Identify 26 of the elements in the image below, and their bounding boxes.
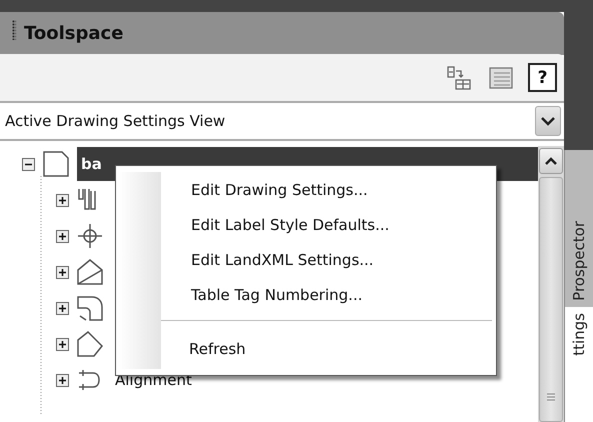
expand-icon[interactable] (56, 194, 69, 206)
expand-icon[interactable] (56, 230, 69, 242)
side-tab[interactable]: Prospector (564, 150, 593, 307)
help-button[interactable]: ? (528, 63, 557, 92)
menu-item[interactable]: Edit Drawing Settings... (161, 172, 496, 207)
view-dropdown[interactable]: Active Drawing Settings View (0, 101, 564, 141)
scroll-thumb[interactable] (539, 177, 563, 422)
menu-item[interactable]: Edit Label Style Defaults... (161, 207, 496, 242)
side-tab[interactable]: ttings (564, 307, 593, 422)
grip-icon[interactable] (12, 20, 16, 40)
house-icon (75, 258, 105, 286)
scrollbar[interactable] (538, 146, 564, 422)
expand-icon[interactable] (56, 374, 69, 386)
menu-item[interactable]: Edit LandXML Settings... (161, 242, 496, 277)
scroll-up-icon[interactable] (539, 148, 563, 174)
expand-icon[interactable] (56, 302, 69, 314)
crosshair-icon (75, 222, 105, 250)
expand-icon[interactable] (56, 338, 69, 350)
curve-icon (75, 294, 105, 322)
expand-icon[interactable] (56, 266, 69, 278)
document-icon (41, 150, 71, 178)
menu-item[interactable]: Refresh (161, 329, 496, 369)
menu-item[interactable]: Table Tag Numbering... (161, 277, 496, 312)
window-title: Toolspace (24, 23, 124, 44)
chevron-down-icon (535, 106, 561, 136)
collapse-icon[interactable] (22, 158, 35, 170)
